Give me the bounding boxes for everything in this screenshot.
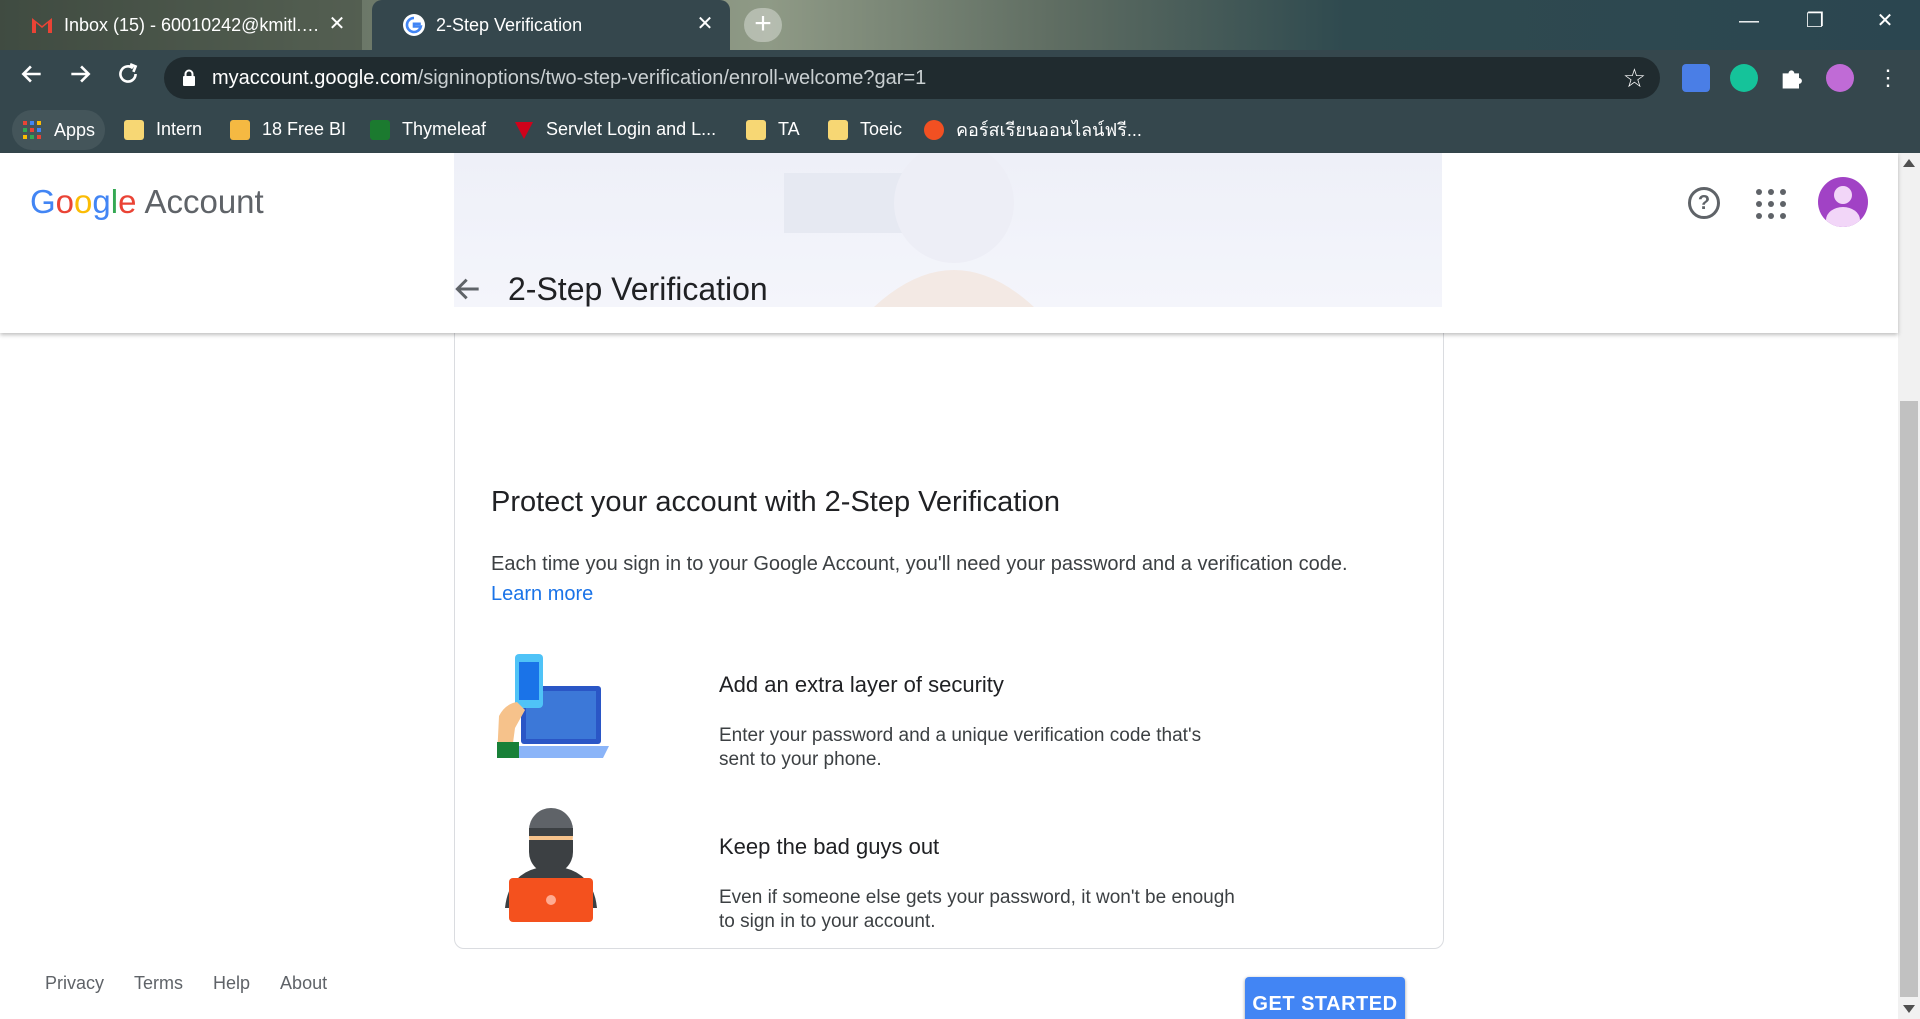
folder-icon	[124, 119, 144, 140]
puzzle-icon	[1782, 70, 1802, 89]
restore-button[interactable]: ❐	[1782, 0, 1848, 42]
bookmark-toeic[interactable]: Toeic	[828, 106, 902, 153]
reload-icon	[119, 63, 138, 83]
gmail-icon	[32, 18, 52, 33]
bookmark-servlet-login[interactable]: Servlet Login and L...	[514, 106, 716, 153]
bookmark-18-free-bi[interactable]: 18 Free BI	[230, 106, 346, 153]
phone-laptop-illustration	[497, 654, 609, 758]
masked-thief-illustration	[505, 808, 597, 922]
scroll-down-arrow[interactable]	[1903, 1005, 1915, 1013]
back-button[interactable]	[14, 60, 50, 96]
logo-suffix: Account	[144, 183, 264, 220]
google-account-logo[interactable]: Google Account	[30, 183, 264, 221]
page-title: 2-Step Verification	[508, 271, 768, 307]
tab-inbox[interactable]: Inbox (15) - 60010242@kmitl.ac.th ✕	[0, 0, 362, 50]
bookmark-label: Servlet Login and L...	[546, 119, 717, 139]
tab-title: Inbox (15) - 60010242@kmitl.ac.th	[64, 14, 324, 35]
page-scrollbar[interactable]	[1898, 153, 1920, 1019]
bookmark-star-icon[interactable]: ☆	[1623, 63, 1646, 94]
back-arrow-icon[interactable]	[452, 273, 484, 305]
folder-icon	[746, 119, 766, 140]
footer-link-privacy[interactable]: Privacy	[45, 973, 104, 994]
feature-title: Keep the bad guys out	[719, 834, 940, 859]
lock-icon	[183, 69, 195, 86]
bookmark-label: Thymeleaf	[402, 119, 487, 139]
bookmark-label: Apps	[54, 119, 96, 140]
bookmark-label: Intern	[156, 119, 203, 139]
learn-more-link[interactable]: Learn more	[491, 583, 593, 605]
address-bar[interactable]: myaccount.google.com/signinoptions/two-s…	[164, 57, 1660, 99]
bookmark-label: 18 Free BI	[262, 119, 347, 139]
bookmark-ta[interactable]: TA	[746, 106, 800, 153]
logo-letter: G	[30, 183, 56, 220]
logo-letter: g	[92, 183, 111, 220]
google-icon	[403, 14, 425, 36]
bookmark-label: TA	[778, 119, 800, 139]
bookmark-label: คอร์สเรียนออนไลน์ฟรี...	[956, 120, 1142, 140]
footer-link-terms[interactable]: Terms	[134, 973, 183, 994]
grammarly-extension-icon[interactable]	[1730, 64, 1758, 92]
bookmark-intern[interactable]: Intern	[124, 106, 202, 153]
arrow-right-icon	[71, 65, 91, 83]
logo-letter: o	[55, 183, 75, 220]
scroll-thumb[interactable]	[1900, 401, 1918, 997]
folder-icon	[828, 119, 848, 140]
new-tab-button[interactable]: +	[744, 8, 782, 42]
help-icon[interactable]: ?	[1688, 187, 1720, 219]
browser-menu-icon[interactable]: ⋮	[1874, 64, 1902, 92]
footer-links: Privacy Terms Help About	[45, 973, 327, 994]
google-translate-extension-icon[interactable]	[1682, 64, 1710, 92]
get-started-button[interactable]: GET STARTED	[1245, 977, 1405, 1019]
reload-button[interactable]	[110, 60, 146, 96]
w-logo-icon	[924, 119, 944, 140]
card-heading: Protect your account with 2-Step Verific…	[491, 486, 1061, 518]
bookmark-label: Toeic	[860, 119, 903, 139]
scroll-up-arrow[interactable]	[1903, 159, 1915, 167]
tab-2-step-verification[interactable]: 2-Step Verification ✕	[372, 0, 730, 50]
forward-button[interactable]	[62, 60, 98, 96]
browser-titlebar: Inbox (15) - 60010242@kmitl.ac.th ✕ 2-St…	[0, 0, 1920, 50]
tab-title: 2-Step Verification	[436, 14, 583, 35]
logo-letter: e	[118, 183, 137, 220]
tab-close-icon[interactable]: ✕	[326, 13, 348, 35]
triangle-icon	[515, 121, 533, 139]
feature-description: Even if someone else gets your password,…	[719, 887, 1235, 932]
logo-letter: l	[110, 183, 119, 220]
logo-letter: o	[74, 183, 93, 220]
window-close-button[interactable]: ✕	[1852, 0, 1918, 42]
layers-icon	[230, 119, 250, 140]
intro-body: Each time you sign in to your Google Acc…	[491, 553, 1348, 575]
arrow-left-icon	[21, 65, 41, 83]
minimize-button[interactable]: —	[1716, 0, 1782, 42]
feature-description: Enter your password and a unique verific…	[719, 725, 1202, 770]
profile-avatar-icon[interactable]	[1826, 64, 1854, 92]
tab-close-icon[interactable]: ✕	[694, 13, 716, 35]
google-apps-icon[interactable]	[1756, 189, 1786, 219]
bookmarks-bar: Apps Intern 18 Free BI Thymeleaf Servlet…	[0, 106, 1920, 153]
account-avatar[interactable]	[1818, 177, 1868, 227]
bookmark-thai-courses[interactable]: คอร์สเรียนออนไลน์ฟรี...	[924, 106, 1142, 153]
intro-text: Each time you sign in to your Google Acc…	[491, 549, 1391, 609]
enroll-card: Protect your account with 2-Step Verific…	[454, 273, 1444, 1019]
apps-grid-icon	[23, 121, 41, 139]
thymeleaf-icon	[370, 119, 390, 140]
bookmark-thymeleaf[interactable]: Thymeleaf	[370, 106, 486, 153]
account-header: Google Account ? 2-Step Verification	[0, 153, 1898, 333]
footer-link-help[interactable]: Help	[213, 973, 250, 994]
url-text[interactable]: myaccount.google.com/signinoptions/two-s…	[212, 57, 926, 99]
bookmark-apps[interactable]: Apps	[12, 110, 106, 150]
feature-title: Add an extra layer of security	[719, 672, 1004, 697]
url-path: /signinoptions/two-step-verification/enr…	[417, 67, 927, 89]
url-host: myaccount.google.com	[212, 67, 418, 89]
footer-link-about[interactable]: About	[280, 973, 327, 994]
page-content: Protect your account with 2-Step Verific…	[0, 153, 1920, 1019]
browser-toolbar: myaccount.google.com/signinoptions/two-s…	[0, 50, 1920, 106]
extensions-puzzle-icon[interactable]	[1778, 64, 1806, 92]
